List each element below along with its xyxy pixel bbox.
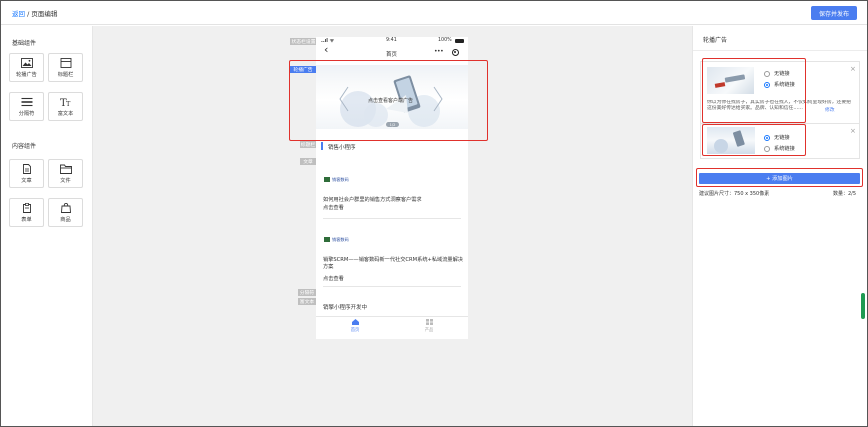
component-rich-text[interactable]: TT 富文本	[48, 92, 83, 121]
component-label: 富文本	[57, 110, 74, 117]
status-battery: 100%	[438, 38, 452, 43]
panel-divider	[693, 50, 867, 51]
title-bar-accent	[321, 142, 323, 150]
article-divider	[323, 286, 461, 287]
top-bar	[1, 1, 867, 25]
page-title: 页面编辑	[31, 10, 58, 18]
svg-text:T: T	[66, 100, 71, 107]
nav-more-icon[interactable]: •••	[434, 48, 444, 55]
article-logo-text: 销客数码	[332, 237, 349, 242]
component-divider[interactable]: 分隔符	[9, 92, 44, 121]
component-label: 轮播广告	[16, 71, 37, 78]
component-article[interactable]: 文章	[9, 159, 44, 188]
component-carousel[interactable]: 轮播广告	[9, 53, 44, 82]
folder-icon	[59, 164, 72, 174]
component-form[interactable]: 表单	[9, 198, 44, 227]
component-label: 商品	[60, 216, 71, 223]
article-title[interactable]: 销擎SCRM——销客数码新一代社交CRM系统+私域流量解决方案	[323, 257, 466, 271]
tab-products[interactable]: 产品	[420, 319, 438, 337]
content-components-title: 内容组件	[12, 143, 37, 150]
tab-home[interactable]: 首页	[346, 319, 364, 337]
article-logo-icon	[324, 237, 330, 242]
battery-icon	[455, 39, 464, 43]
save-publish-button[interactable]: 保存并发布	[811, 6, 857, 20]
selected-component-highlight	[289, 60, 488, 141]
image-icon	[20, 57, 33, 68]
divider-icon	[21, 97, 32, 106]
article-icon	[22, 163, 31, 174]
component-label: 标题栏	[57, 71, 74, 78]
rich-text-icon: TT	[60, 98, 71, 107]
grid-icon	[425, 319, 433, 325]
component-label: 文件	[60, 177, 71, 184]
tab-label: 首页	[350, 328, 360, 333]
card-highlight	[702, 58, 806, 123]
panel-title: 轮播广告	[703, 37, 728, 44]
basic-components-title: 基础组件	[12, 40, 37, 47]
article-divider	[323, 218, 461, 219]
form-icon	[22, 202, 31, 213]
article-link[interactable]: 点击查看	[323, 204, 344, 211]
status-time: 9:41	[386, 38, 397, 43]
article-link[interactable]: 点击查看	[323, 275, 344, 282]
component-label: 分隔符	[18, 110, 35, 117]
title-bar-text: 销售小程序	[328, 145, 356, 151]
component-title-bar[interactable]: 标题栏	[48, 53, 83, 82]
edit-link[interactable]: 修改	[824, 106, 835, 113]
nav-target-icon[interactable]	[452, 49, 459, 56]
tag-article[interactable]: 文章	[300, 158, 316, 165]
component-product[interactable]: 商品	[48, 198, 83, 227]
close-icon[interactable]: ×	[850, 65, 856, 73]
shopping-bag-icon	[60, 202, 71, 213]
back-link[interactable]: 返回	[12, 10, 25, 18]
add-button-highlight	[696, 168, 863, 187]
close-icon[interactable]: ×	[850, 127, 856, 135]
tab-bar-border	[316, 316, 468, 317]
tab-label: 产品	[424, 328, 434, 333]
component-label: 表单	[21, 216, 32, 223]
article-logo-text: 销客数码	[332, 177, 349, 182]
rich-text-content: 销擎小程序开发中	[323, 305, 368, 311]
title-bar-icon	[60, 57, 71, 68]
nav-back-icon[interactable]: ‹	[324, 44, 328, 55]
card-highlight	[702, 124, 806, 156]
scrollbar-thumb[interactable]	[861, 293, 865, 319]
size-hint: 建议图片尺寸：750 x 350像素	[699, 191, 770, 197]
article-logo-icon	[324, 177, 330, 182]
item-count: 数量：2/5	[833, 191, 857, 197]
tag-status-bar[interactable]: 状态栏设置	[290, 38, 317, 45]
breadcrumb: 返回 / 页面编辑	[12, 8, 57, 18]
component-panel: 基础组件 轮播广告 标题栏 分隔符 TT 富文本 内容组件 文章 文件 表单 商…	[1, 26, 93, 426]
tag-title-bar[interactable]: 标题栏	[300, 141, 316, 148]
component-file[interactable]: 文件	[48, 159, 83, 188]
component-label: 文章	[21, 177, 32, 184]
tag-rich-text[interactable]: 富文本	[298, 298, 316, 305]
tag-divider[interactable]: 分隔符	[298, 289, 316, 296]
nav-title: 首页	[386, 52, 398, 58]
article-title[interactable]: 如何用社会户群里的销售方式洞察客户需求	[323, 197, 463, 204]
home-icon	[351, 319, 359, 325]
